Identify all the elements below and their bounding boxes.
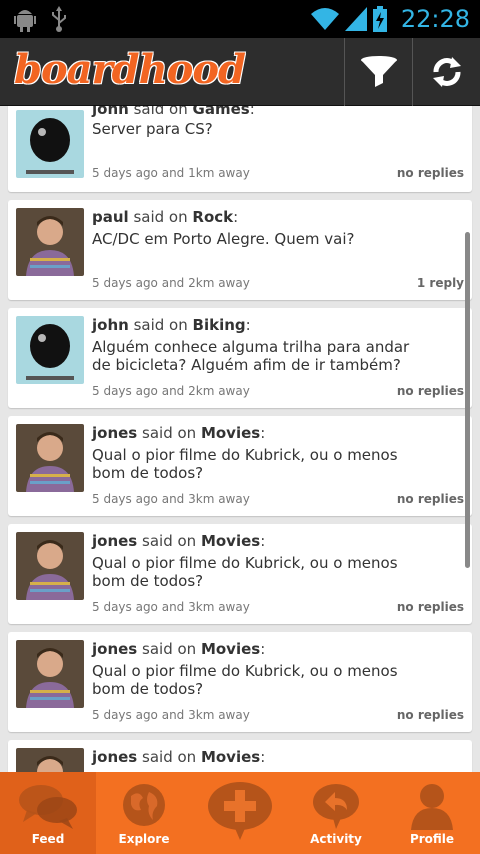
nav-feed[interactable]: Feed: [0, 772, 96, 854]
avatar[interactable]: [16, 110, 84, 178]
nav-explore[interactable]: Explore: [96, 772, 192, 854]
post-message: Alguém conhece alguma trilha para andar …: [92, 338, 410, 374]
post-message: Qual o pior filme do Kubrick, ou o menos…: [92, 554, 398, 590]
chat-bubbles-icon: [19, 785, 77, 829]
bottom-nav: Feed Explore Activity Profile: [0, 772, 480, 854]
nav-profile-label: Profile: [409, 832, 455, 846]
reply-count[interactable]: no replies: [397, 708, 464, 722]
said-on-label: said on: [142, 424, 197, 442]
post-author[interactable]: jones: [92, 532, 137, 550]
scrollbar[interactable]: [465, 232, 470, 568]
add-post-icon: [208, 782, 272, 840]
post-topic[interactable]: Rock: [192, 208, 233, 226]
nav-activity-label: Activity: [310, 832, 362, 846]
app-header: boardhood: [0, 38, 480, 106]
post-topic[interactable]: Movies: [201, 748, 260, 766]
reply-count[interactable]: no replies: [397, 600, 464, 614]
refresh-icon: [432, 57, 461, 87]
said-on-label: said on: [142, 640, 197, 658]
feed-item[interactable]: jones said on Movies: Qual o pior filme …: [8, 632, 472, 732]
post-meta: 5 days ago and 2km away: [92, 276, 250, 290]
avatar[interactable]: [16, 640, 84, 708]
app-logo: boardhood: [14, 46, 246, 93]
usb-icon: [52, 6, 66, 32]
post-author[interactable]: jones: [92, 640, 137, 658]
signal-icon: [344, 7, 367, 31]
post-author[interactable]: john: [92, 316, 129, 334]
post-topic[interactable]: Movies: [201, 424, 260, 442]
said-on-label: said on: [133, 208, 188, 226]
nav-activity[interactable]: Activity: [288, 772, 384, 854]
said-on-label: said on: [142, 532, 197, 550]
post-message: Server para CS?: [92, 120, 213, 138]
post-topic[interactable]: Movies: [201, 532, 260, 550]
post-topic[interactable]: Movies: [201, 640, 260, 658]
feed-item[interactable]: jones said on Movies: Qual o pior filme …: [8, 524, 472, 624]
reply-count[interactable]: no replies: [397, 384, 464, 398]
post-meta: 5 days ago and 3km away: [92, 600, 250, 614]
reply-count[interactable]: no replies: [397, 492, 464, 506]
said-on-label: said on: [142, 748, 197, 766]
refresh-button[interactable]: [412, 38, 480, 106]
avatar[interactable]: [16, 532, 84, 600]
battery-icon: [372, 6, 387, 32]
nav-explore-label: Explore: [118, 832, 170, 846]
post-meta: 5 days ago and 3km away: [92, 492, 250, 506]
filter-icon: [360, 56, 397, 87]
feed-item[interactable]: john said on Games: Server para CS? 5 da…: [8, 106, 472, 192]
avatar[interactable]: [16, 316, 84, 384]
avatar[interactable]: [16, 424, 84, 492]
post-meta: 5 days ago and 1km away: [92, 166, 250, 180]
clock: 22:28: [400, 5, 470, 33]
feed-list[interactable]: john said on Games: Server para CS? 5 da…: [0, 106, 480, 772]
post-topic[interactable]: Games: [193, 106, 250, 118]
feed-item[interactable]: jones said on Movies: Qual o pior filme …: [8, 416, 472, 516]
filter-button[interactable]: [344, 38, 412, 106]
avatar[interactable]: [16, 748, 84, 772]
post-meta: 5 days ago and 2km away: [92, 384, 250, 398]
post-author[interactable]: paul: [92, 208, 129, 226]
post-author[interactable]: jones: [92, 748, 137, 766]
post-meta: 5 days ago and 3km away: [92, 708, 250, 722]
feed-item[interactable]: john said on Biking: Alguém conhece algu…: [8, 308, 472, 408]
said-on-label: said on: [133, 316, 188, 334]
reply-count[interactable]: 1 reply: [417, 276, 464, 290]
post-author[interactable]: john: [92, 106, 129, 118]
nav-feed-label: Feed: [31, 832, 65, 846]
reply-count[interactable]: no replies: [397, 166, 464, 180]
post-message: AC/DC em Porto Alegre. Quem vai?: [92, 230, 355, 248]
feed-item[interactable]: paul said on Rock: AC/DC em Porto Alegre…: [8, 200, 472, 300]
post-author[interactable]: jones: [92, 424, 137, 442]
nav-add-post[interactable]: [192, 772, 288, 854]
nav-profile[interactable]: Profile: [384, 772, 480, 854]
person-icon: [411, 784, 453, 830]
wifi-icon: [310, 8, 339, 30]
feed-item[interactable]: jones said on Movies:: [8, 740, 472, 772]
android-debug-icon: [14, 10, 36, 32]
globe-icon: [123, 784, 165, 826]
post-topic[interactable]: Biking: [193, 316, 246, 334]
status-bar: 22:28: [0, 0, 480, 38]
post-message: Qual o pior filme do Kubrick, ou o menos…: [92, 662, 398, 698]
avatar[interactable]: [16, 208, 84, 276]
reply-bubble-icon: [313, 784, 359, 829]
said-on-label: said on: [133, 106, 188, 118]
post-message: Qual o pior filme do Kubrick, ou o menos…: [92, 446, 398, 482]
